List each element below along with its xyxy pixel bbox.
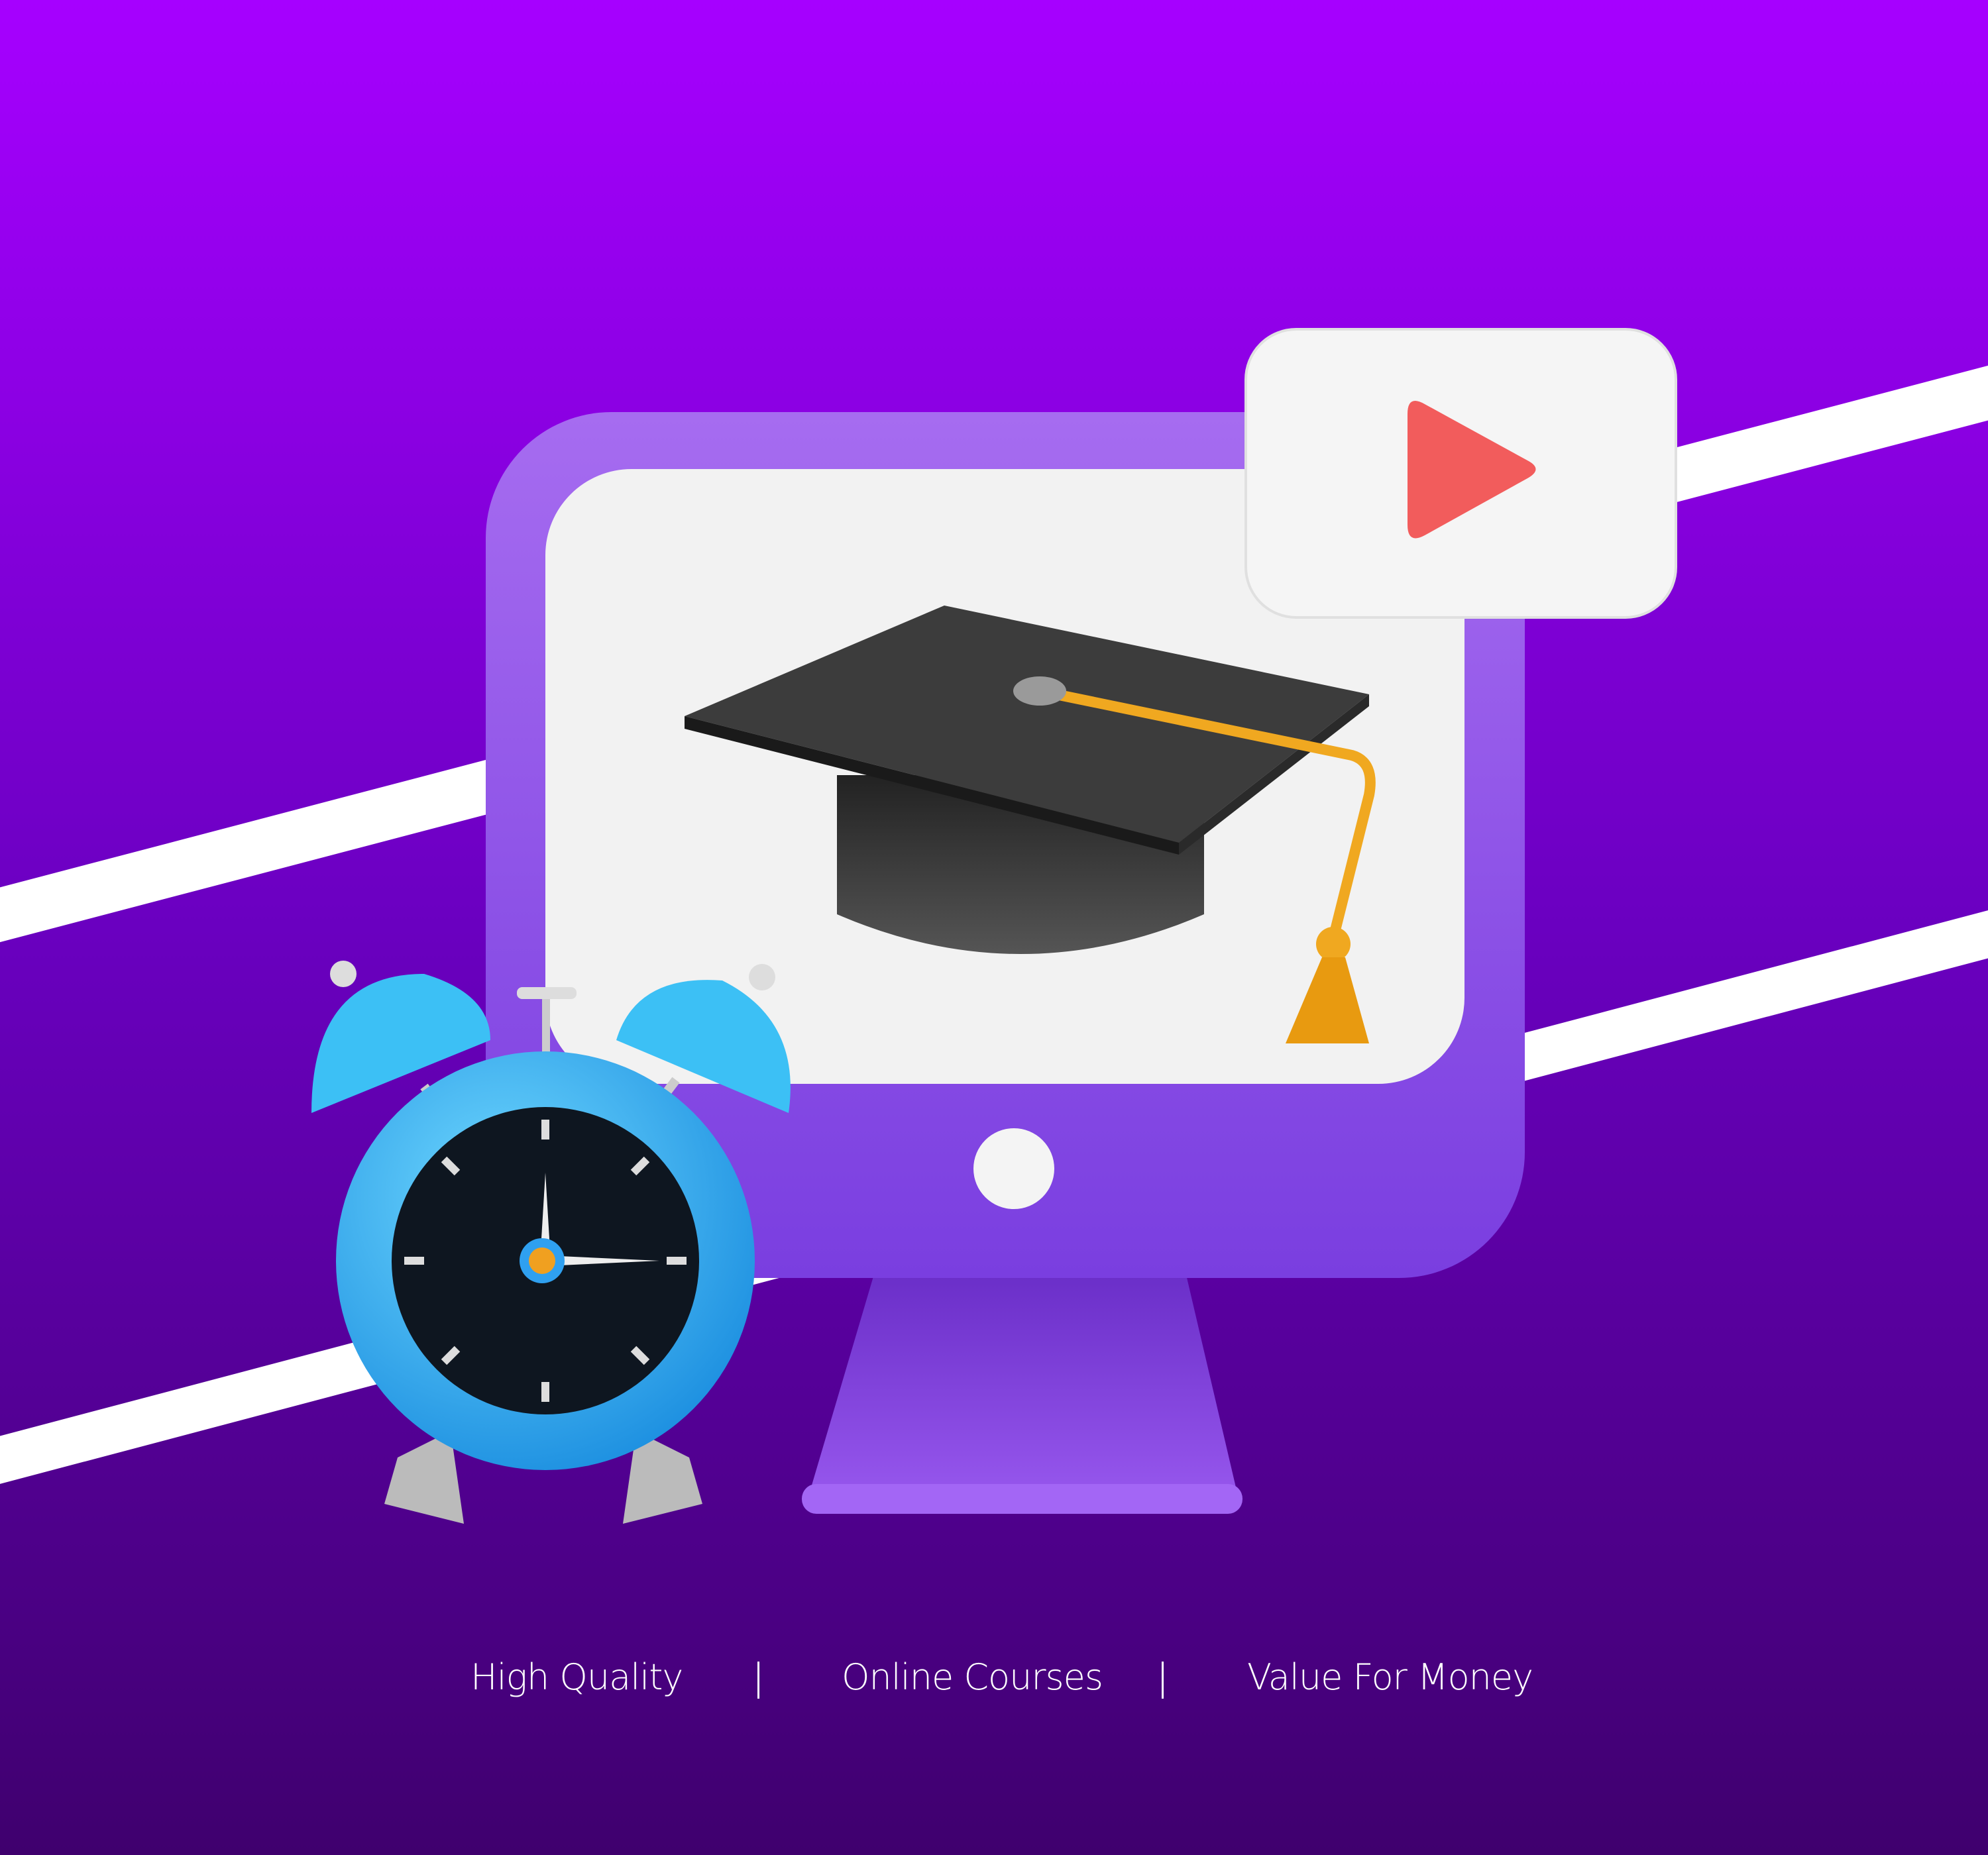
tagline-high-quality: High Quality <box>470 1656 683 1698</box>
separator <box>757 1662 759 1699</box>
monitor-power-button <box>973 1128 1054 1209</box>
monitor-stand <box>810 1272 1237 1514</box>
tagline-online-courses: Online Courses <box>842 1656 1103 1698</box>
separator <box>1162 1662 1164 1699</box>
tagline-bar: High Quality Online Courses Value For Mo… <box>0 1656 1988 1716</box>
tagline-value-for-money: Value For Money <box>1247 1656 1533 1698</box>
play-video-card <box>1244 328 1677 619</box>
monitor-base <box>802 1484 1242 1514</box>
illustration <box>0 0 1988 1855</box>
